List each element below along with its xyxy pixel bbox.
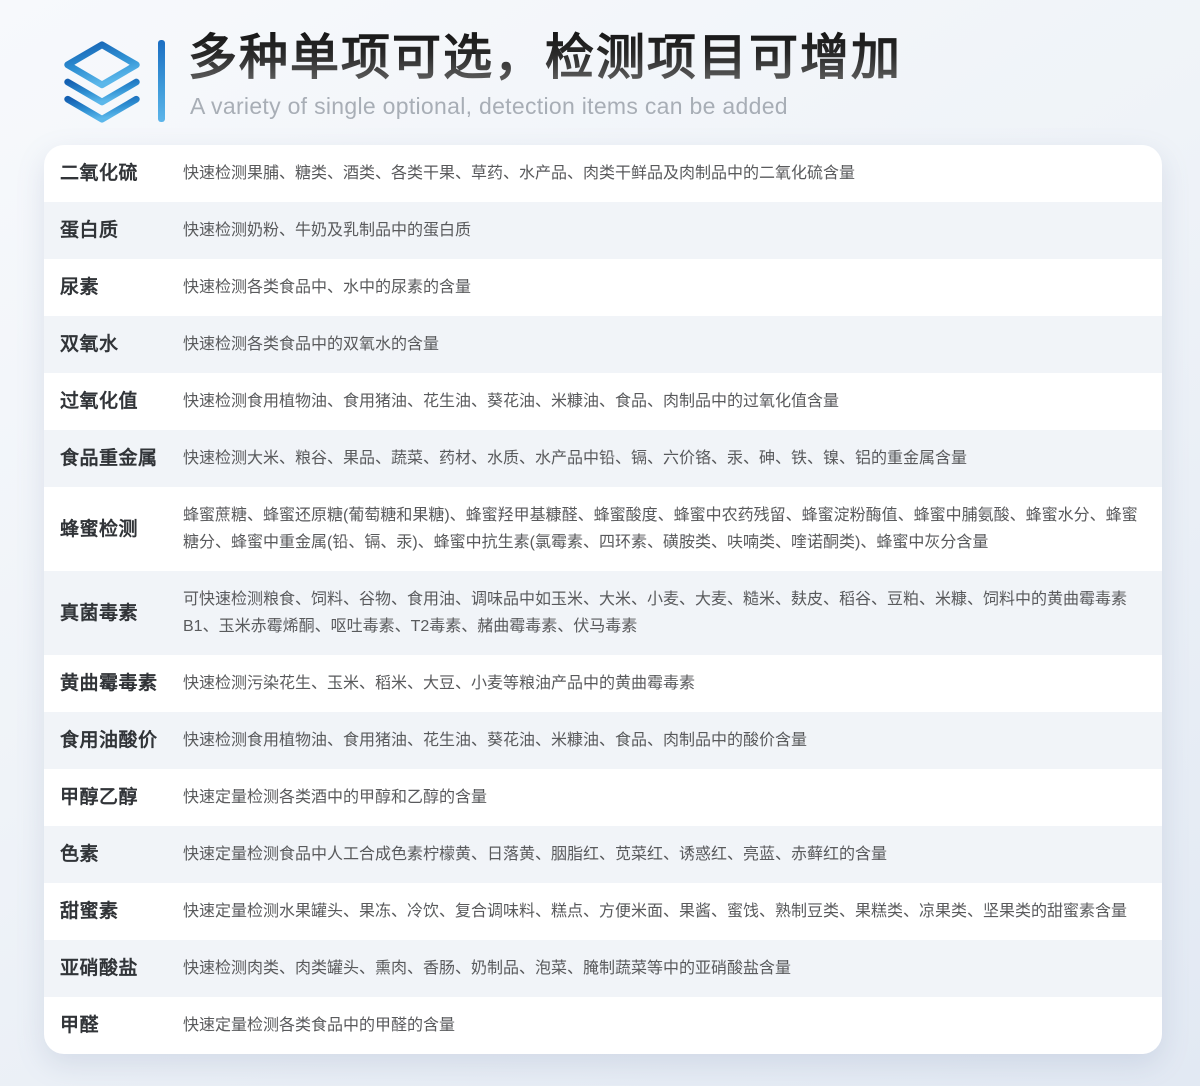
table-row: 食用油酸价 快速检测食用植物油、食用猪油、花生油、葵花油、米糠油、食品、肉制品中… [44,712,1162,769]
table-row: 食品重金属 快速检测大米、粮谷、果品、蔬菜、药材、水质、水产品中铅、镉、六价铬、… [44,430,1162,487]
item-description: 快速检测食用植物油、食用猪油、花生油、葵花油、米糠油、食品、肉制品中的酸价含量 [183,727,1140,754]
table-row: 双氧水 快速检测各类食品中的双氧水的含量 [44,316,1162,373]
detection-items-card: 二氧化硫 快速检测果脯、糖类、酒类、各类干果、草药、水产品、肉类干鲜品及肉制品中… [44,145,1162,1054]
table-row: 甲醇乙醇 快速定量检测各类酒中的甲醇和乙醇的含量 [44,769,1162,826]
item-description: 蜂蜜蔗糖、蜂蜜还原糖(葡萄糖和果糖)、蜂蜜羟甲基糠醛、蜂蜜酸度、蜂蜜中农药残留、… [183,502,1140,556]
item-name: 甲醛 [60,1012,183,1039]
item-description: 快速检测食用植物油、食用猪油、花生油、葵花油、米糠油、食品、肉制品中的过氧化值含… [183,388,1140,415]
item-description: 快速检测各类食品中的双氧水的含量 [183,331,1140,358]
item-name: 蛋白质 [60,217,183,244]
table-row: 甜蜜素 快速定量检测水果罐头、果冻、冷饮、复合调味料、糕点、方便米面、果酱、蜜饯… [44,883,1162,940]
table-row: 蜂蜜检测 蜂蜜蔗糖、蜂蜜还原糖(葡萄糖和果糖)、蜂蜜羟甲基糠醛、蜂蜜酸度、蜂蜜中… [44,487,1162,571]
item-description: 快速检测大米、粮谷、果品、蔬菜、药材、水质、水产品中铅、镉、六价铬、汞、砷、铁、… [183,445,1140,472]
item-name: 食品重金属 [60,445,183,472]
item-name: 色素 [60,841,183,868]
item-name: 食用油酸价 [60,727,183,754]
item-name: 双氧水 [60,331,183,358]
item-name: 真菌毒素 [60,600,183,627]
table-row: 亚硝酸盐 快速检测肉类、肉类罐头、熏肉、香肠、奶制品、泡菜、腌制蔬菜等中的亚硝酸… [44,940,1162,997]
item-description: 可快速检测粮食、饲料、谷物、食用油、调味品中如玉米、大米、小麦、大麦、糙米、麸皮… [183,586,1140,640]
item-description: 快速检测奶粉、牛奶及乳制品中的蛋白质 [183,217,1140,244]
page-title: 多种单项可选，检测项目可增加 [188,26,1178,90]
layers-stack-icon [61,40,143,124]
table-row: 蛋白质 快速检测奶粉、牛奶及乳制品中的蛋白质 [44,202,1162,259]
item-description: 快速检测果脯、糖类、酒类、各类干果、草药、水产品、肉类干鲜品及肉制品中的二氧化硫… [183,160,1140,187]
item-description: 快速定量检测食品中人工合成色素柠檬黄、日落黄、胭脂红、苋菜红、诱惑红、亮蓝、赤藓… [183,841,1140,868]
accent-bar [158,40,165,122]
item-description: 快速检测污染花生、玉米、稻米、大豆、小麦等粮油产品中的黄曲霉毒素 [183,670,1140,697]
item-name: 黄曲霉毒素 [60,670,183,697]
table-row: 黄曲霉毒素 快速检测污染花生、玉米、稻米、大豆、小麦等粮油产品中的黄曲霉毒素 [44,655,1162,712]
item-name: 亚硝酸盐 [60,955,183,982]
page-subtitle: A variety of single optional, detection … [190,93,1178,120]
table-row: 二氧化硫 快速检测果脯、糖类、酒类、各类干果、草药、水产品、肉类干鲜品及肉制品中… [44,145,1162,202]
table-row: 尿素 快速检测各类食品中、水中的尿素的含量 [44,259,1162,316]
item-name: 甲醇乙醇 [60,784,183,811]
table-row: 真菌毒素 可快速检测粮食、饲料、谷物、食用油、调味品中如玉米、大米、小麦、大麦、… [44,571,1162,655]
table-row: 甲醛 快速定量检测各类食品中的甲醛的含量 [44,997,1162,1054]
item-description: 快速检测肉类、肉类罐头、熏肉、香肠、奶制品、泡菜、腌制蔬菜等中的亚硝酸盐含量 [183,955,1140,982]
item-name: 蜂蜜检测 [60,516,183,543]
item-name: 尿素 [60,274,183,301]
item-description: 快速定量检测各类酒中的甲醇和乙醇的含量 [183,784,1140,811]
item-description: 快速定量检测各类食品中的甲醛的含量 [183,1012,1140,1039]
item-name: 过氧化值 [60,388,183,415]
item-name: 二氧化硫 [60,160,183,187]
table-row: 色素 快速定量检测食品中人工合成色素柠檬黄、日落黄、胭脂红、苋菜红、诱惑红、亮蓝… [44,826,1162,883]
item-name: 甜蜜素 [60,898,183,925]
item-description: 快速检测各类食品中、水中的尿素的含量 [183,274,1140,301]
item-description: 快速定量检测水果罐头、果冻、冷饮、复合调味料、糕点、方便米面、果酱、蜜饯、熟制豆… [183,898,1140,925]
table-row: 过氧化值 快速检测食用植物油、食用猪油、花生油、葵花油、米糠油、食品、肉制品中的… [44,373,1162,430]
